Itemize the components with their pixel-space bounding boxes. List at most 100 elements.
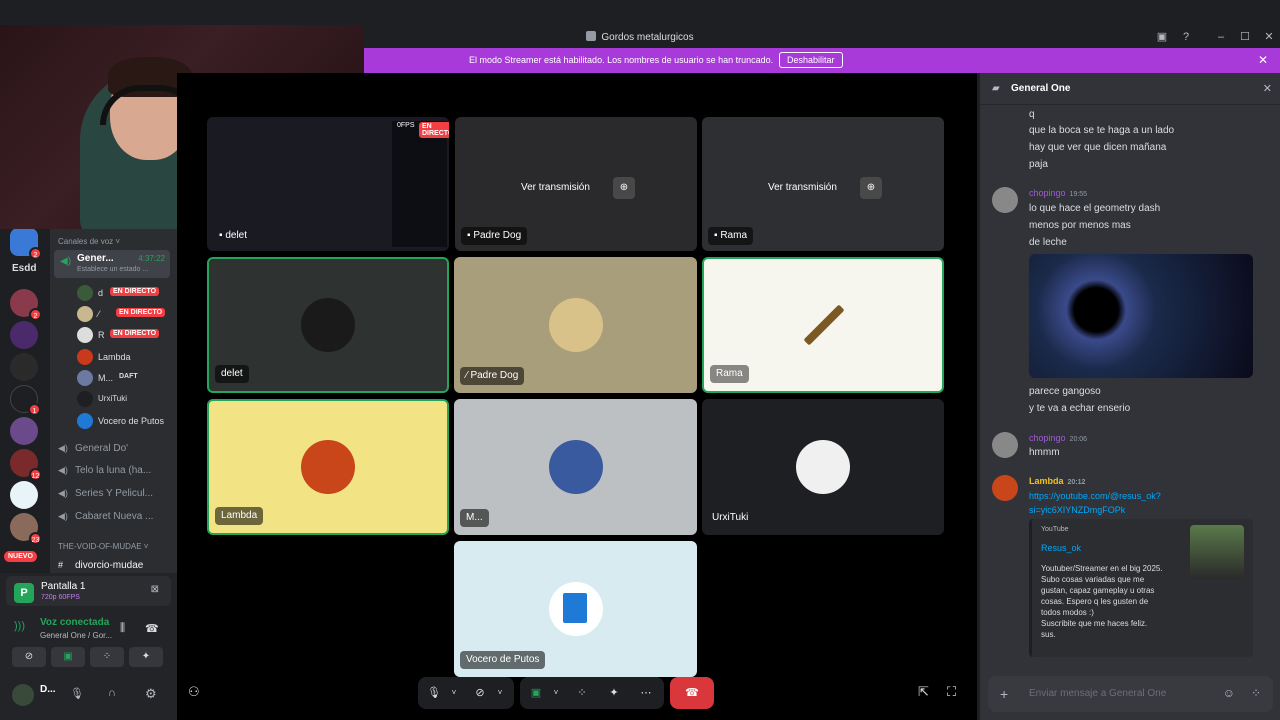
help-icon[interactable]: ? [1179, 30, 1193, 44]
chevron-down-icon[interactable]: ˅ [548, 685, 564, 701]
participant-tile-padre-dog[interactable]: ⁄ Padre Dog [454, 257, 697, 393]
voice-user[interactable]: Vocero de Putos [77, 413, 174, 429]
fullscreen-icon[interactable]: ⛶ [947, 684, 956, 700]
server-icon[interactable]: 23 [10, 513, 42, 545]
youtube-link[interactable]: si=yic6XIYNZDmgFOPk [1029, 505, 1125, 515]
participant-tile-urxituki[interactable]: UrxiTuki [702, 399, 944, 535]
activities-button[interactable]: ⁘ [90, 647, 124, 667]
banner-text: El modo Streamer está habilitado. Los no… [469, 55, 774, 65]
apps-icon[interactable]: ⁘ [1251, 686, 1261, 700]
disconnect-button[interactable]: ☎ [670, 677, 714, 709]
message-input[interactable]: Enviar mensaje a General One [1029, 688, 1166, 699]
close-icon[interactable]: ✕ [1263, 82, 1272, 95]
text-channel[interactable]: # divorcio-mudae [58, 560, 143, 571]
microphone-icon[interactable]: 🎙 [426, 685, 442, 701]
stop-stream-icon[interactable]: ⊠ [151, 584, 159, 595]
participant-tile-delet[interactable]: delet [207, 257, 449, 393]
voice-user[interactable]: ⁄ EN DIRECTO [77, 306, 174, 322]
headphones-icon[interactable]: ∩ [108, 687, 116, 699]
voice-category[interactable]: Canales de voz ˅ [58, 237, 120, 246]
voice-user[interactable]: M... DAFT [77, 370, 174, 386]
void-category[interactable]: THE-VOID-OF-MUDAE ˅ [58, 542, 148, 551]
voice-user[interactable]: UrxiTuki [77, 391, 174, 407]
close-window-button[interactable]: ✕ [1262, 30, 1276, 44]
screen-icon: P [14, 583, 34, 603]
emoji-icon[interactable]: ☺ [1223, 686, 1235, 700]
maximize-button[interactable]: ☐ [1238, 30, 1252, 44]
server-icon[interactable] [10, 417, 38, 445]
avatar[interactable] [992, 475, 1018, 501]
popout-icon[interactable]: ⊕ [860, 177, 882, 199]
participant-tile-m[interactable]: M... [454, 399, 697, 535]
participant-tile-rama[interactable]: Rama [702, 257, 944, 393]
server-icon[interactable] [10, 481, 38, 509]
inbox-icon[interactable]: ▣ [1155, 30, 1169, 44]
soundboard-button[interactable]: ✦ [129, 647, 163, 667]
message-author[interactable]: chopingo 20:06 [1029, 433, 1087, 443]
signal-icon[interactable]: ))) [14, 620, 25, 632]
server-icon[interactable]: 12 [10, 449, 42, 481]
youtube-link[interactable]: https://youtube.com/@resus_ok? [1029, 491, 1161, 501]
microphone-icon[interactable]: 🎙 [70, 687, 84, 700]
stream-tile-delet[interactable]: EN DIRECTO 0FPS ▪ delet [207, 117, 449, 251]
message-author[interactable]: chopingo 19:55 [1029, 188, 1087, 198]
message-author[interactable]: Lambda 20:12 [1029, 476, 1085, 486]
soundboard-icon[interactable]: ⫼ [120, 622, 125, 635]
voice-user[interactable]: d EN DIRECTO [77, 285, 174, 301]
message-input-box: + Enviar mensaje a General One ☺ ⁘ [988, 676, 1273, 712]
server-icon[interactable] [10, 353, 38, 381]
screen-share-icon[interactable]: ▣ [528, 685, 544, 701]
voice-user[interactable]: R EN DIRECTO [77, 327, 174, 343]
chevron-down-icon[interactable]: ˅ [492, 685, 508, 701]
active-voice-channel[interactable]: ◀) Gener... 4:37:22 Establece un estado … [54, 250, 170, 278]
plus-icon[interactable]: + [1000, 686, 1008, 702]
close-banner-icon[interactable]: ✕ [1258, 53, 1268, 67]
voice-channel[interactable]: ◀) Telo la luna (ha... [58, 465, 151, 476]
chevron-down-icon: ˅ [143, 542, 149, 551]
black-hole-image[interactable] [1029, 254, 1253, 378]
embed-title[interactable]: Resus_ok [1041, 543, 1081, 553]
server-icon[interactable]: 1 [10, 385, 41, 416]
minimize-button[interactable]: – [1214, 30, 1228, 44]
disconnect-icon[interactable]: ☎ [145, 622, 159, 635]
voice-channel[interactable]: ◀) Cabaret Nueva ... [58, 511, 153, 522]
popout-icon[interactable]: ⊕ [613, 177, 635, 199]
chat-header: ▰ General One ✕ [980, 73, 1280, 105]
stream-tile-padre-dog[interactable]: Ver transmisión ⊕ ▪ Padre Dog [455, 117, 697, 251]
voice-channel[interactable]: ◀) General Do' [58, 443, 128, 454]
avatar[interactable] [992, 187, 1018, 213]
chevron-down-icon[interactable]: ˅ [446, 685, 462, 701]
voice-channel[interactable]: ◀) Series Y Pelicul... [58, 488, 153, 499]
server-icon[interactable]: 2 [10, 228, 42, 260]
soundboard-icon[interactable]: ✦ [606, 685, 622, 701]
avatar [301, 298, 355, 352]
document-icon [563, 593, 587, 623]
link-embed: YouTube Resus_ok Youtuber/Streamer en el… [1029, 519, 1253, 657]
server-icon[interactable]: 2 [10, 289, 42, 321]
camera-off-icon[interactable]: ⊘ [472, 685, 488, 701]
participant-tile-vocero[interactable]: Vocero de Putos [454, 541, 697, 677]
stream-tile-rama[interactable]: Ver transmisión ⊕ ▪ Rama [702, 117, 944, 251]
avatar [77, 285, 93, 301]
invite-icon[interactable]: ⚇ [188, 684, 200, 700]
avatar[interactable] [12, 684, 34, 706]
chat-bubble-icon: ▰ [992, 83, 1000, 94]
embed-thumbnail[interactable] [1190, 525, 1244, 579]
gear-icon[interactable]: ⚙ [145, 686, 157, 702]
popout-window-icon[interactable]: ⇱ [918, 684, 929, 700]
new-badge[interactable]: NUEVO [4, 551, 37, 562]
camera-off-button[interactable]: ⊘ [12, 647, 46, 667]
speaker-icon: ◀) [58, 443, 68, 453]
avatar [77, 327, 93, 343]
participant-tile-lambda[interactable]: Lambda [207, 399, 449, 535]
voice-user[interactable]: Lambda [77, 349, 174, 365]
more-options-icon[interactable]: ⋯ [638, 685, 654, 701]
disable-streamer-button[interactable]: Deshabilitar [779, 52, 843, 68]
screen-share-button[interactable]: ▣ [51, 647, 85, 667]
avatar [796, 440, 850, 494]
server-icon[interactable] [10, 321, 38, 349]
avatar[interactable] [992, 432, 1018, 458]
activities-icon[interactable]: ⁘ [574, 685, 590, 701]
avatar [548, 440, 603, 494]
server-text-icon[interactable]: Esdd [12, 263, 36, 274]
